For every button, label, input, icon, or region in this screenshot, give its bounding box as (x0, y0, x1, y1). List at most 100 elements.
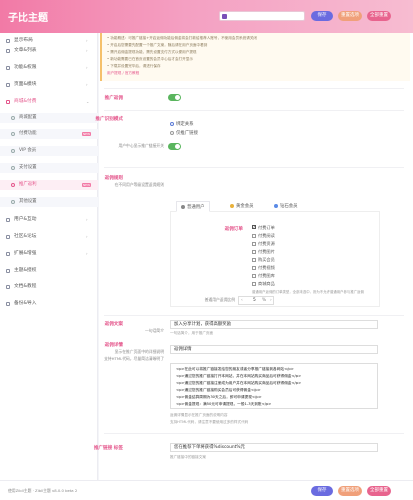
checkbox-icon (252, 234, 256, 238)
document-icon (6, 49, 10, 53)
layout-icon (6, 39, 10, 43)
mode-help: 用户中心显示推广链接开关 (118, 143, 164, 148)
detail-help2: 支持HTML代码，请注意不要使用过多的样式代码 (170, 420, 249, 424)
checkbox-icon (252, 242, 256, 246)
checkbox-checked-icon (252, 225, 256, 229)
sidebar-item-license[interactable]: 主题&授权 (0, 266, 98, 276)
footer-bar: 使用Zibll主题 · Zibll主题 v8.0.0 beta 2 保存 重置选… (0, 480, 413, 500)
reset-section-button[interactable]: 重置选项 (338, 11, 362, 21)
divider (104, 315, 404, 316)
save-button[interactable]: 保存 (311, 11, 333, 21)
radio-selected-icon (170, 122, 174, 126)
mode-option-link[interactable]: 仅推广链接 (170, 130, 198, 136)
mode-label: 推广识别模式 (95, 117, 123, 122)
sidebar-item-posts[interactable]: 文章&列表 › (0, 46, 98, 56)
sidebar-item-shop[interactable]: 商城&付费 ⌄ (0, 97, 98, 107)
divider (104, 167, 404, 168)
more-icon (11, 200, 15, 204)
title-label: 返佣文案 (104, 322, 123, 327)
sidebar-subitem-payment[interactable]: 支付设置 (0, 163, 98, 173)
ratio-stepper[interactable]: ‹ 5 % › (238, 296, 274, 305)
sidebar-subitem-vip[interactable]: VIP 会员 (0, 146, 98, 156)
title-sub: 一句话简介 (145, 328, 164, 333)
order-type-checkbox[interactable]: 付费视频 (252, 265, 275, 271)
forum-icon (6, 235, 10, 239)
enable-toggle[interactable] (168, 94, 181, 101)
link-toggle[interactable] (168, 143, 181, 150)
app-logo: 子比主题 (8, 13, 48, 24)
order-type-checkbox[interactable]: 付费图片 (252, 249, 275, 255)
sidebar-subitem-other[interactable]: 其他设置 (0, 197, 98, 207)
tutorial-link[interactable]: 用户提现 / 官方教程 (107, 71, 139, 76)
order-type-checkbox[interactable]: 付费阅读 (252, 233, 275, 239)
sidebar-item-community[interactable]: 社区&论坛 › (0, 232, 98, 242)
checkbox-icon (252, 282, 256, 286)
sidebar-subitem-shop-config[interactable]: 商城配置 (0, 113, 98, 123)
store-icon (11, 116, 15, 120)
order-type-checkbox[interactable]: 商城商品 (252, 281, 275, 287)
sidebar-item-docs[interactable]: 文档&教程 (0, 282, 98, 292)
sidebar-subitem-paid[interactable]: 付费功能 NEW (0, 129, 98, 139)
plus-icon[interactable]: › (270, 297, 272, 304)
coin-icon (11, 132, 15, 136)
footer-reset-all-button[interactable]: 全部重置 (367, 486, 391, 496)
order-type-checkbox[interactable]: 付费图库 (252, 273, 275, 279)
backup-icon (6, 302, 10, 306)
sidebar-item-pages[interactable]: 页面&模块 › (0, 80, 98, 90)
order-type-checkbox[interactable]: 付费订单 (252, 225, 275, 231)
radio-icon (170, 131, 174, 135)
order-type-checkbox[interactable]: 购买会员 (252, 257, 275, 263)
share-icon (11, 183, 15, 187)
share-help: 推广链接中的链接文案 (170, 455, 206, 459)
sidebar-item-layout[interactable]: 显示布局 › (0, 36, 98, 46)
chevron-icon: › (86, 65, 88, 70)
settings-icon (6, 66, 10, 70)
footer-save-button[interactable]: 保存 (311, 486, 333, 496)
chevron-icon: › (86, 251, 88, 256)
divider (104, 110, 404, 111)
detail-help: 返佣详情显示在推广页面的说明内容 (170, 413, 228, 417)
footer-text: 使用Zibll主题 · Zibll主题 v8.0.0 beta 2 (8, 488, 78, 493)
chevron-down-icon: ⌄ (86, 99, 90, 104)
detail-sub: 显示在推广页面中的详细说明 (114, 349, 164, 354)
sidebar-item-backup[interactable]: 备份&导入 (0, 299, 98, 309)
ratio-label: 普通用户返佣比例 (204, 297, 235, 302)
rules-help: 在不同用户等级设置返佣规则 (114, 182, 164, 187)
chevron-icon: › (86, 82, 88, 87)
sidebar-item-extend[interactable]: 扩展&增强 › (0, 249, 98, 259)
rules-label: 返佣规则 (104, 176, 123, 181)
plugin-icon (6, 252, 10, 256)
footer-reset-section-button[interactable]: 重置选项 (338, 486, 362, 496)
crown-icon (11, 149, 15, 153)
reset-all-button[interactable]: 全部重置 (367, 11, 391, 21)
tab-normal-user[interactable]: 普通用户 (176, 201, 210, 212)
new-badge: NEW (82, 132, 91, 136)
checkbox-icon (252, 266, 256, 270)
detail-sub2: 支持HTML代码，尽量简洁清晰明了 (104, 356, 164, 361)
share-label: 推广链接 标签 (93, 446, 123, 451)
sidebar-item-user[interactable]: 用户&互动 › (0, 215, 98, 225)
cart-icon (6, 100, 10, 104)
sidebar-item-features[interactable]: 功能&权限 › (0, 63, 98, 73)
checkbox-icon (252, 250, 256, 254)
share-input[interactable]: 您在推荐下单将获得%discount%元 (170, 443, 378, 452)
gold-icon (230, 204, 234, 208)
order-help: 普通用户返佣的订单类型，全部未选中，则为不允许普通用户参与推广返佣 (252, 290, 364, 294)
tab-diamond-vip[interactable]: 钻石会员 (270, 201, 302, 212)
detail-textarea[interactable]: <p>在此可以将推广链接发给您的朋友或者分享推广链接到各网站</p> <p>通过… (170, 363, 378, 409)
sidebar-subitem-rebate[interactable]: 推广返利 NEW (0, 180, 98, 190)
book-icon (6, 285, 10, 289)
chevron-icon: › (86, 234, 88, 239)
title-help: 一句话简介，用于推广页面 (170, 331, 214, 335)
header-search[interactable] (219, 11, 305, 21)
minus-icon[interactable]: ‹ (241, 297, 243, 304)
divider (104, 88, 404, 89)
tab-gold-vip[interactable]: 黄金会员 (226, 201, 258, 212)
page-icon (6, 83, 10, 87)
order-type-checkbox[interactable]: 付费资源 (252, 241, 275, 247)
user-icon (181, 205, 185, 209)
user-icon (6, 218, 10, 222)
mode-option-bind[interactable]: 绑定关系 (170, 121, 194, 127)
detail-title-input[interactable]: 返佣详情 (170, 345, 378, 354)
title-input[interactable]: 加入分享计划，获得高额奖励 (170, 320, 378, 329)
